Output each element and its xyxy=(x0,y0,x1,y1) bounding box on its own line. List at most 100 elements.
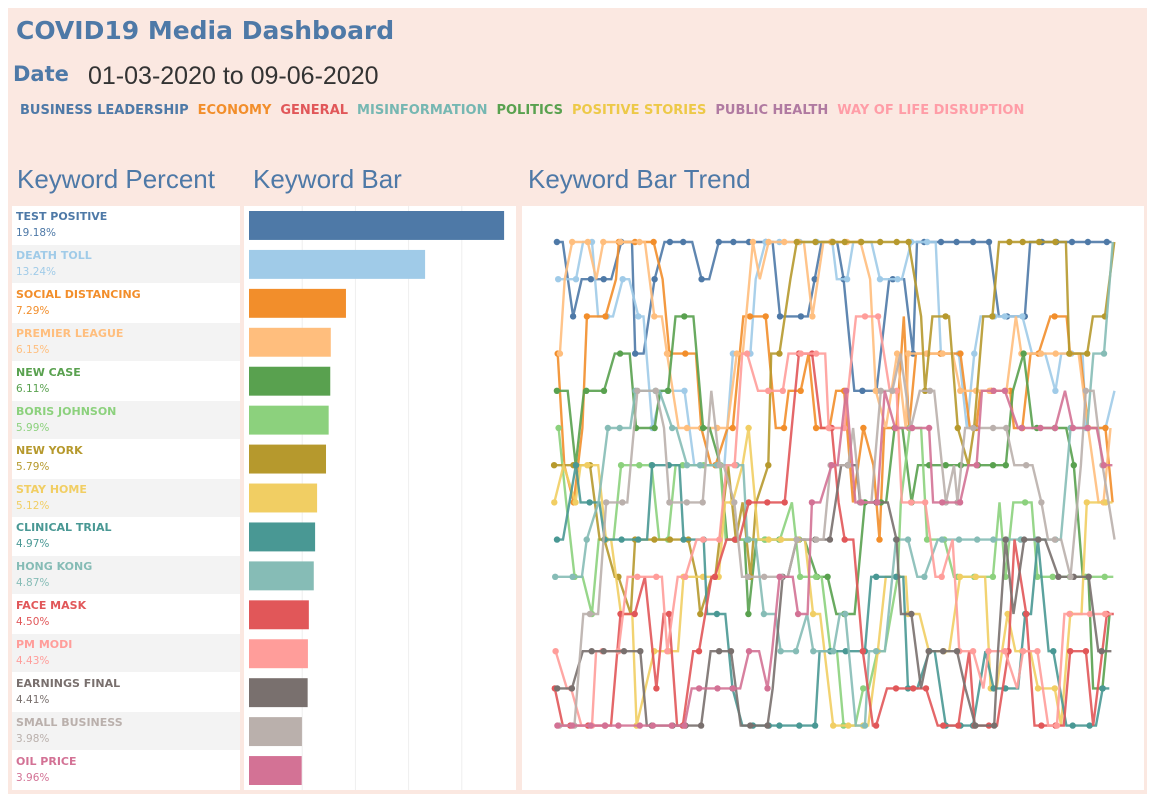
keyword-row[interactable]: BORIS JOHNSON 5.99% xyxy=(12,400,240,439)
trend-point xyxy=(1052,350,1059,357)
trend-point xyxy=(893,238,900,246)
keyword-row[interactable]: PM MODI 4.43% xyxy=(12,634,240,673)
trend-point xyxy=(568,722,576,729)
keyword-bar-panel xyxy=(244,206,516,790)
trend-point xyxy=(972,573,979,580)
trend-point xyxy=(1035,536,1042,543)
trend-point xyxy=(555,276,562,283)
bar-new-case[interactable] xyxy=(249,366,331,396)
trend-point xyxy=(939,499,946,506)
keyword-label: NEW CASE xyxy=(16,365,81,379)
trend-point xyxy=(730,238,737,246)
keyword-row[interactable]: SOCIAL DISTANCING 7.29% xyxy=(12,283,240,322)
trend-point xyxy=(940,722,947,729)
bar-hong-kong[interactable] xyxy=(249,561,314,591)
keyword-row[interactable]: CLINICAL TRIAL 4.97% xyxy=(12,517,240,556)
trend-point xyxy=(891,424,899,432)
bar-pm-modi[interactable] xyxy=(249,639,308,669)
trend-point xyxy=(587,722,594,729)
trend-point xyxy=(1082,387,1089,394)
keyword-label: NEW YORK xyxy=(16,443,83,457)
trend-point xyxy=(1084,424,1091,432)
keyword-row[interactable]: HONG KONG 4.87% xyxy=(12,556,240,595)
trend-point xyxy=(551,499,558,506)
trend-point xyxy=(876,276,884,283)
trend-point xyxy=(716,462,723,469)
legend-item-positive-stories[interactable]: POSITIVE STORIES xyxy=(572,103,706,118)
keyword-row[interactable]: NEW YORK 5.79% xyxy=(12,439,240,478)
bar-face-mask[interactable] xyxy=(249,600,309,630)
trend-point xyxy=(765,387,772,394)
trend-point xyxy=(600,276,607,283)
trend-line[interactable] xyxy=(557,389,1113,727)
trend-point xyxy=(731,499,738,506)
trend-point xyxy=(925,648,932,655)
legend-item-public-health[interactable]: PUBLIC HEALTH xyxy=(715,103,828,118)
trend-point xyxy=(666,238,674,246)
bar-death-toll[interactable] xyxy=(249,249,426,279)
trend-point xyxy=(653,685,660,692)
keyword-row[interactable]: STAY HOME 5.12% xyxy=(12,478,240,517)
trend-point xyxy=(922,499,929,506)
keyword-row[interactable]: DEATH TOLL 13.24% xyxy=(12,244,240,283)
bar-new-york[interactable] xyxy=(249,444,327,474)
trend-point xyxy=(631,610,638,618)
trend-point xyxy=(969,238,977,246)
keyword-row[interactable]: FACE MASK 4.50% xyxy=(12,595,240,634)
trend-point xyxy=(583,387,590,394)
trend-point xyxy=(1019,648,1027,655)
bar-test-positive[interactable] xyxy=(249,211,505,240)
trend-point xyxy=(957,350,964,357)
trend-point xyxy=(812,424,820,432)
keyword-percent-value: 6.11% xyxy=(16,382,50,395)
trend-point xyxy=(989,313,996,320)
trend-point xyxy=(652,387,660,394)
trend-point xyxy=(1034,685,1042,692)
keyword-percent-value: 4.43% xyxy=(16,655,50,668)
trend-point xyxy=(1019,238,1026,246)
bar-small-business[interactable] xyxy=(249,717,302,747)
trend-point xyxy=(620,648,628,655)
bar-premier-league[interactable] xyxy=(249,327,331,357)
trend-point xyxy=(745,499,752,506)
date-range[interactable]: 01-03-2020 to 09-06-2020 xyxy=(88,62,379,91)
bar-stay-home[interactable] xyxy=(249,483,318,513)
bar-clinical-trial[interactable] xyxy=(249,522,316,552)
keyword-row[interactable]: OIL PRICE 3.96% xyxy=(12,751,240,790)
trend-point xyxy=(715,238,722,246)
trend-point xyxy=(1002,462,1009,469)
keyword-row[interactable]: NEW CASE 6.11% xyxy=(12,361,240,400)
legend-item-politics[interactable]: POLITICS xyxy=(496,103,563,118)
trend-point xyxy=(797,350,804,357)
trend-point xyxy=(699,424,707,432)
legend-item-way-of-life-disruption[interactable]: WAY OF LIFE DISRUPTION xyxy=(837,103,1024,118)
keyword-label: STAY HOME xyxy=(16,482,87,496)
legend-item-general[interactable]: GENERAL xyxy=(280,103,348,118)
keyword-row[interactable]: TEST POSITIVE 19.18% xyxy=(12,206,240,244)
trend-point xyxy=(1037,424,1044,432)
keyword-row[interactable]: EARNINGS FINAL 4.41% xyxy=(12,673,240,712)
trend-point xyxy=(715,648,723,655)
keyword-row[interactable]: PREMIER LEAGUE 6.15% xyxy=(12,322,240,361)
keyword-percent-table: TEST POSITIVE 19.18% DEATH TOLL 13.24% SOCIA… xyxy=(12,206,240,790)
trend-point xyxy=(572,462,580,469)
legend-item-economy[interactable]: ECONOMY xyxy=(198,103,272,118)
trend-point xyxy=(843,276,851,283)
trend-point xyxy=(874,313,882,320)
bar-social-distancing[interactable] xyxy=(249,288,346,318)
keyword-bar-title: Keyword Bar xyxy=(253,164,402,194)
keyword-row[interactable]: SMALL BUSINESS 3.98% xyxy=(12,712,240,751)
bar-earnings-final[interactable] xyxy=(249,678,308,708)
trend-point xyxy=(989,424,997,432)
trend-point xyxy=(974,536,981,543)
trend-point xyxy=(794,610,802,618)
bar-boris-johnson[interactable] xyxy=(249,405,329,435)
legend-item-business-leadership[interactable]: BUSINESS LEADERSHIP xyxy=(20,103,189,118)
bar-oil-price[interactable] xyxy=(249,756,302,785)
trend-point xyxy=(808,499,816,506)
legend-item-misinformation[interactable]: MISINFORMATION xyxy=(357,103,487,118)
trend-point xyxy=(826,536,834,543)
trend-point xyxy=(904,536,912,543)
trend-point xyxy=(969,648,977,655)
trend-point xyxy=(938,536,946,543)
